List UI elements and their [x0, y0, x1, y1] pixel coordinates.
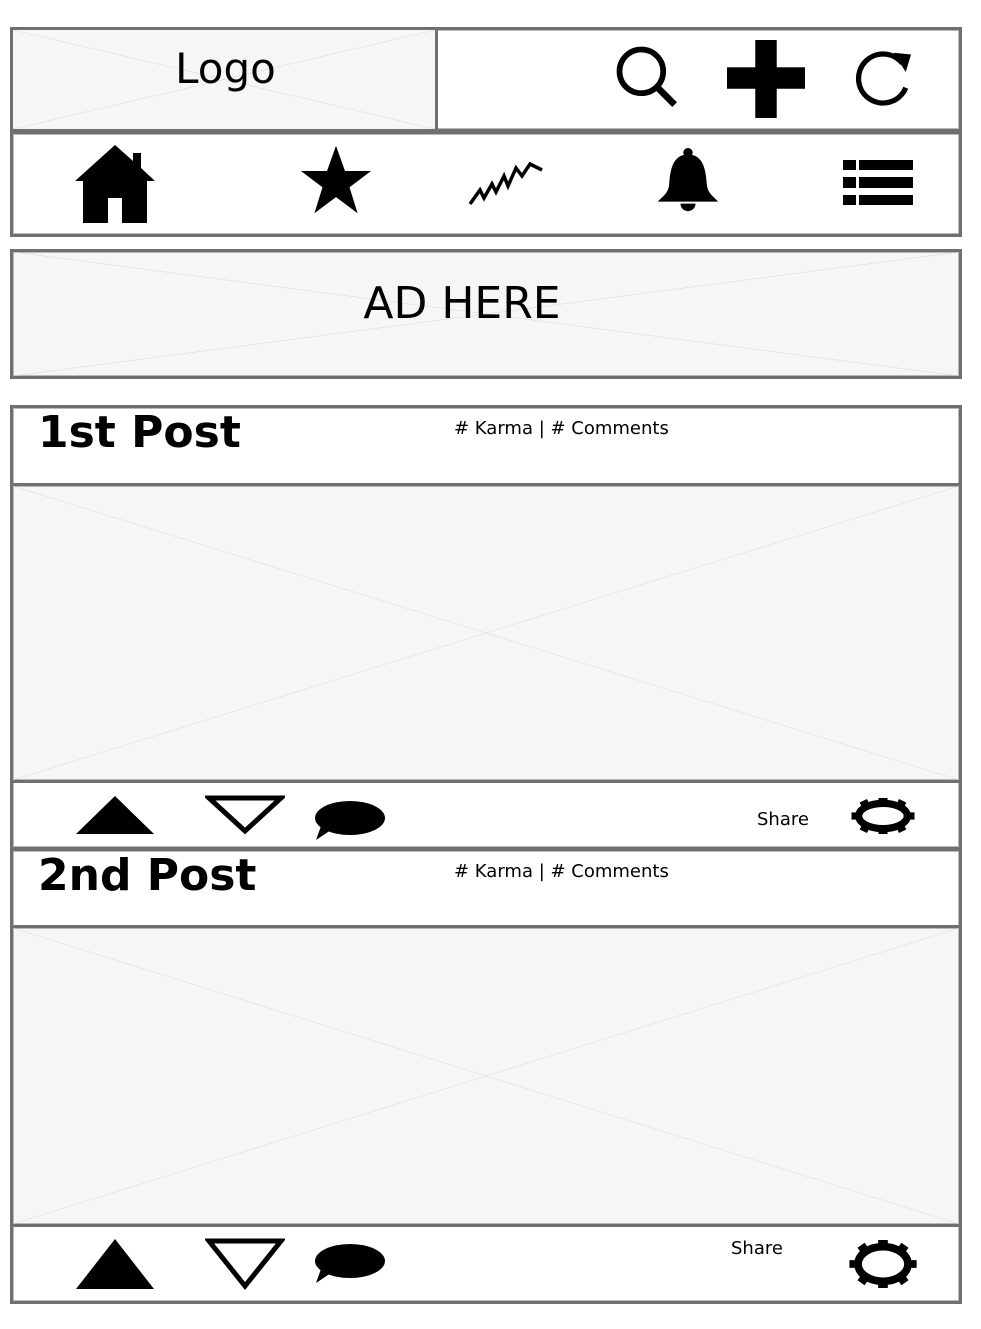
ad-text: AD HERE	[363, 278, 561, 329]
downvote-icon[interactable]	[205, 1238, 285, 1290]
logo-placeholder[interactable]: Logo	[13, 30, 438, 129]
placeholder-cross	[13, 486, 959, 780]
star-icon[interactable]	[298, 144, 374, 216]
post-title[interactable]: 1st Post	[38, 406, 241, 460]
post-image[interactable]	[10, 925, 962, 1227]
bell-icon[interactable]	[653, 147, 723, 213]
post-meta: # Karma | # Comments	[454, 418, 669, 439]
refresh-icon[interactable]	[848, 44, 918, 114]
comment-icon[interactable]	[313, 800, 385, 840]
placeholder-cross	[13, 928, 959, 1224]
gear-icon[interactable]	[848, 1240, 918, 1288]
trending-icon[interactable]	[466, 158, 546, 208]
downvote-icon[interactable]	[205, 795, 285, 835]
gear-icon[interactable]	[848, 798, 918, 834]
post-title[interactable]: 2nd Post	[38, 849, 256, 903]
comment-icon[interactable]	[313, 1243, 385, 1283]
ad-banner[interactable]: AD HERE	[10, 249, 962, 379]
share-link[interactable]: Share	[757, 808, 809, 832]
share-link[interactable]: Share	[731, 1237, 783, 1261]
upvote-icon[interactable]	[75, 1238, 155, 1290]
search-icon[interactable]	[610, 40, 686, 116]
post-image[interactable]	[10, 483, 962, 783]
upvote-icon[interactable]	[75, 795, 155, 835]
post-meta: # Karma | # Comments	[454, 861, 669, 882]
logo-text: Logo	[175, 44, 276, 93]
home-icon[interactable]	[75, 143, 155, 223]
list-icon[interactable]	[843, 160, 913, 206]
plus-icon[interactable]	[726, 40, 806, 118]
